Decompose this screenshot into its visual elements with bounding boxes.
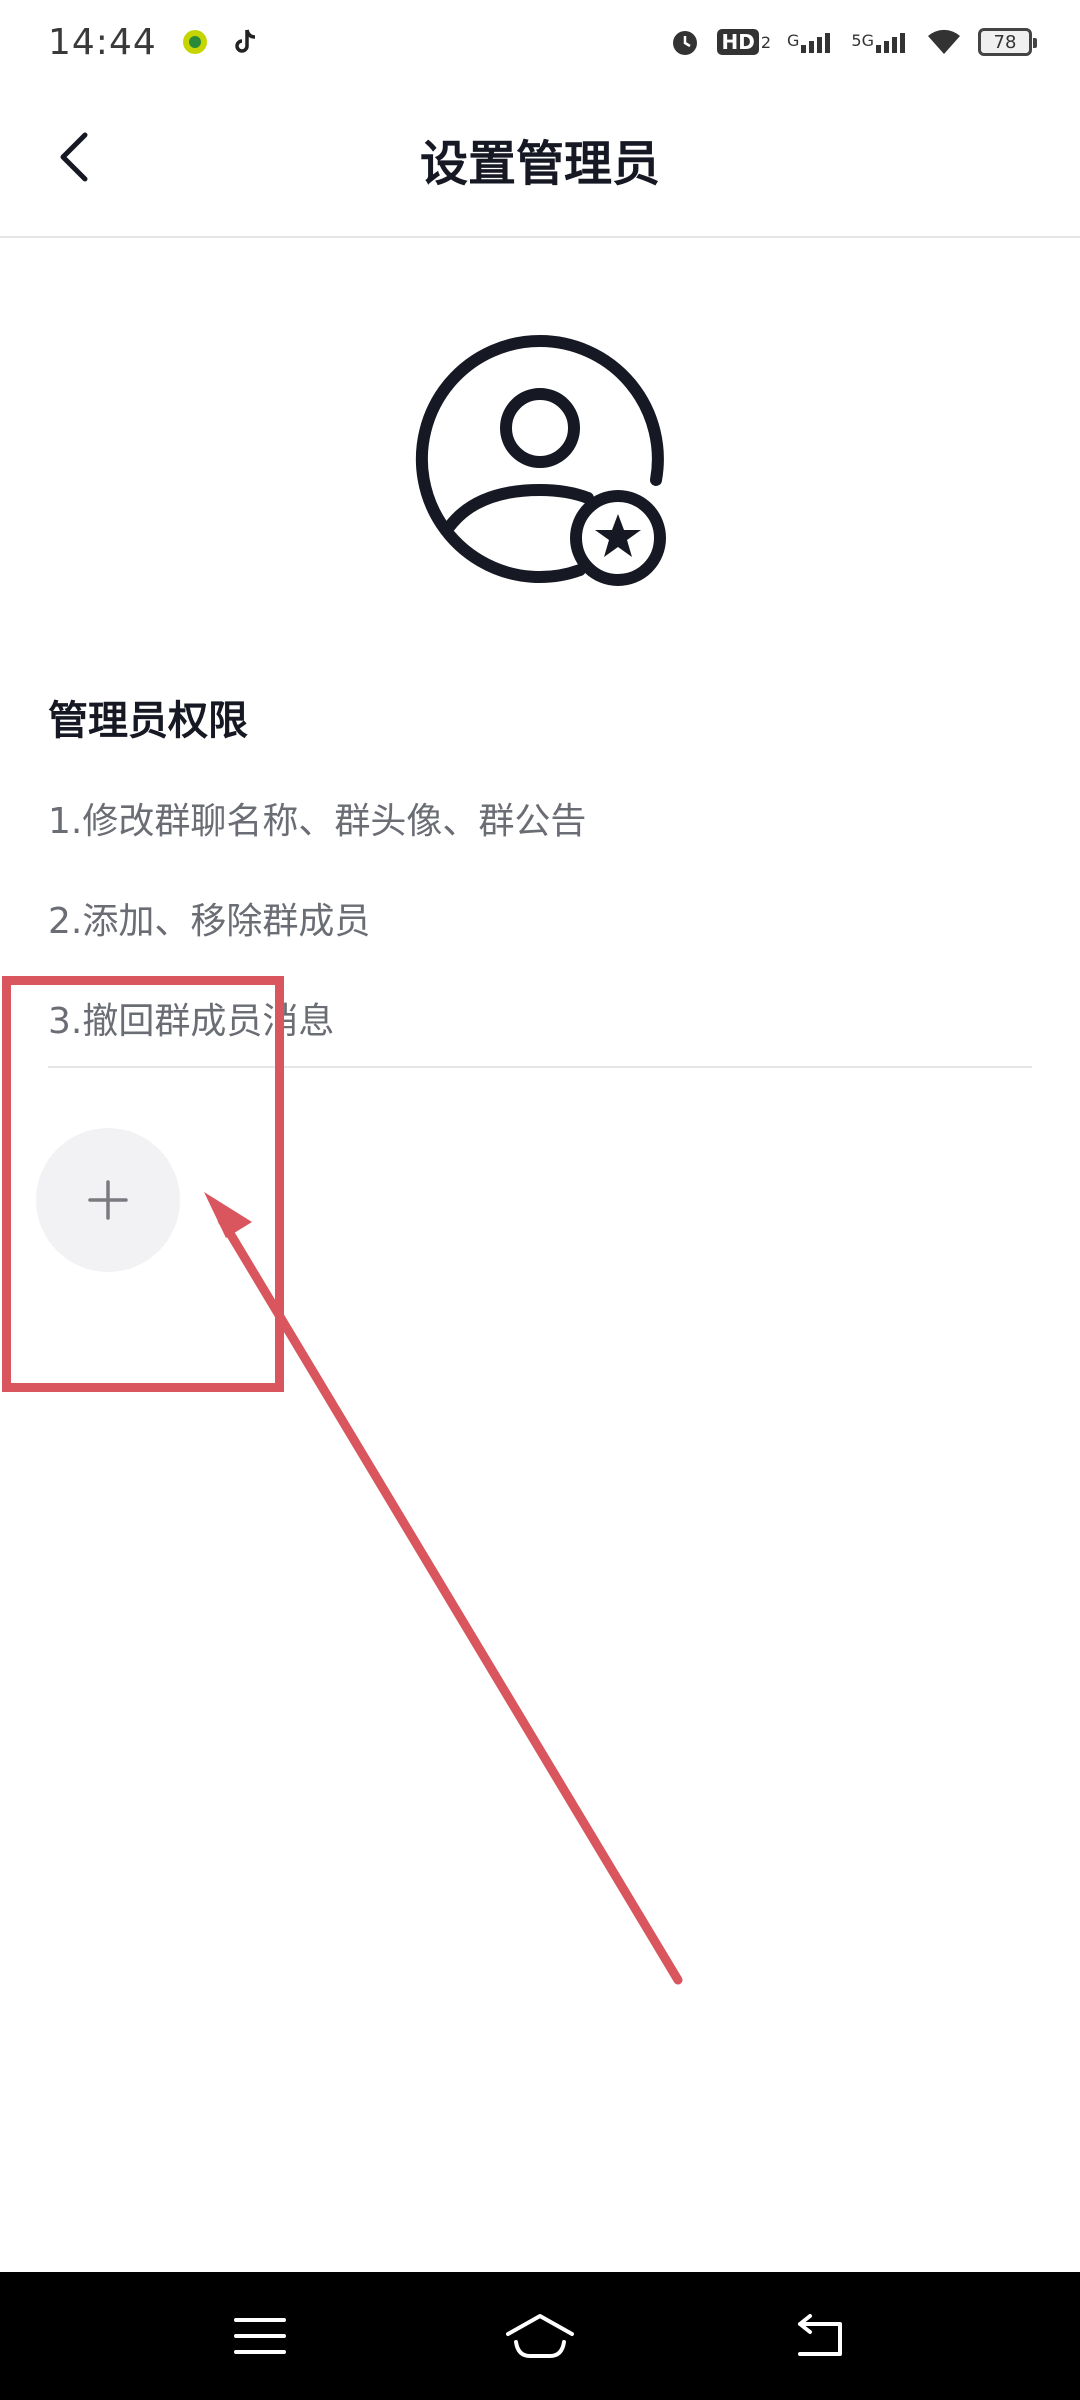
tiktok-icon <box>233 28 259 56</box>
home-button[interactable] <box>480 2296 600 2376</box>
network-5g-label: 5G <box>851 31 874 50</box>
admin-avatar-icon <box>410 330 670 590</box>
page-title: 设置管理员 <box>419 136 660 192</box>
hd-sub: 2 <box>760 32 772 52</box>
hd-icon: HD 2 <box>717 29 771 55</box>
home-icon <box>506 2314 574 2358</box>
permission-item: 2.添加、移除群成员 <box>48 901 371 942</box>
signal-icon-5g: 5G <box>851 31 910 53</box>
status-right: HD 2 G 5G 78 <box>669 26 1037 58</box>
set-admin-page: 14:44 HD 2 G 5G 78 设置管理员 管理员权限 1.修改群聊名称、… <box>0 0 1080 2400</box>
permission-item: 1.修改群聊名称、群头像、群公告 <box>48 801 587 842</box>
status-time: 14:44 <box>48 21 157 63</box>
signal-icon-g: G <box>787 31 835 53</box>
annotation-highlight-box <box>2 976 284 1392</box>
alarm-icon <box>669 26 701 58</box>
back-arrow-icon <box>798 2314 842 2356</box>
battery-level: 78 <box>993 31 1017 53</box>
menu-button[interactable] <box>200 2296 320 2376</box>
header: 设置管理员 <box>0 84 1080 238</box>
hd-label: HD <box>717 29 759 55</box>
back-nav-button[interactable] <box>760 2296 880 2376</box>
wifi-icon <box>926 28 962 56</box>
status-bar: 14:44 HD 2 G 5G 78 <box>0 0 1080 84</box>
permissions-title: 管理员权限 <box>48 698 248 744</box>
app-notification-icon <box>181 28 209 56</box>
status-left: 14:44 <box>48 22 259 63</box>
battery-icon: 78 <box>978 28 1037 56</box>
network-gen-label: G <box>787 31 800 50</box>
system-nav-bar <box>0 2272 1080 2400</box>
menu-icon <box>234 2318 286 2354</box>
